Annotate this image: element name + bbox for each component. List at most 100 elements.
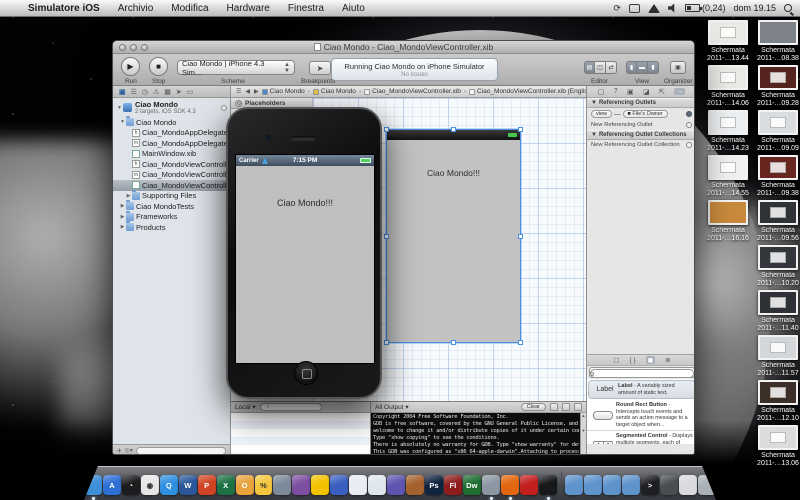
console-view-button[interactable] xyxy=(562,403,570,411)
jump-bar-segment[interactable]: Ciao Mondo xyxy=(313,88,356,95)
size-inspector-icon[interactable]: ⇱ xyxy=(659,88,665,96)
dock-icon-word[interactable]: W xyxy=(179,475,197,495)
search-navigator-icon[interactable]: ◷ xyxy=(142,88,148,96)
xcode-titlebar[interactable]: Ciao Mondo - Ciao_MondoViewController.xi… xyxy=(113,41,694,54)
dock-icon-folder-downloads[interactable] xyxy=(603,475,621,495)
dock-icon-textedit-document[interactable] xyxy=(679,475,697,495)
dock-icon-flash[interactable]: Fl xyxy=(444,475,462,495)
variables-filter-field[interactable]: ⌕ xyxy=(260,403,322,411)
connections-inspector-icon[interactable]: → xyxy=(674,88,685,95)
resize-handle[interactable] xyxy=(518,234,523,239)
spotlight-icon[interactable] xyxy=(784,4,792,12)
ios-simulator-window[interactable]: 7:15 PM Carrier Ciao Mondo!!! xyxy=(226,107,382,399)
menu-item-app[interactable]: Simulatore iOS xyxy=(19,3,109,14)
dock-icon-xcode[interactable] xyxy=(482,475,500,495)
dock-icon-messenger[interactable]: % xyxy=(255,475,273,495)
connection-target-pill[interactable]: ■ File's Owner xyxy=(623,110,668,118)
dock-icon-virtualbox[interactable] xyxy=(349,475,367,495)
resize-handle[interactable] xyxy=(451,340,456,345)
dock-icon-dreamweaver[interactable]: Dw xyxy=(463,475,481,495)
console-split-button[interactable] xyxy=(550,403,558,411)
debug-navigator-icon[interactable]: ▦ xyxy=(164,88,171,96)
menu-item-archivio[interactable]: Archivio xyxy=(109,3,163,14)
navigator-row[interactable]: mCiao_MondoAppDelegate.m xyxy=(113,138,230,149)
desktop-screenshot-icon[interactable]: Schermata2011-…10.20 xyxy=(756,245,800,290)
variables-scope-popup[interactable]: Local ▾ xyxy=(235,403,256,411)
dock-icon-compass[interactable]: ◔ xyxy=(122,475,140,495)
dock-icon-folder-stack[interactable] xyxy=(622,475,640,495)
dock-icon-outlook[interactable]: O xyxy=(236,475,254,495)
navigator-row[interactable]: MainWindow.xib xyxy=(113,149,230,160)
dock-icon-app-store[interactable]: A xyxy=(103,475,121,495)
resize-handle[interactable] xyxy=(518,127,523,132)
resize-handle[interactable] xyxy=(384,234,389,239)
add-button[interactable]: + xyxy=(117,446,122,455)
dock-icon-ios-simulator[interactable] xyxy=(539,475,557,495)
connection-row[interactable]: view—■ File's Owner xyxy=(587,108,695,120)
desktop-screenshot-icon[interactable]: Schermata2011-…09.28 xyxy=(756,65,800,110)
media-library-icon[interactable]: ≣ xyxy=(665,356,670,364)
simulator-screen[interactable]: 7:15 PM Carrier Ciao Mondo!!! xyxy=(235,154,375,364)
dock-icon-excel[interactable]: X xyxy=(217,475,235,495)
file-inspector-icon[interactable]: ▢ xyxy=(598,88,605,96)
jump-bar-segment[interactable]: Ciao_MondoViewController.xib xyxy=(364,88,461,95)
dock-icon-garageband[interactable] xyxy=(406,475,424,495)
attributes-inspector-icon[interactable]: ◪ xyxy=(643,88,650,96)
resize-handle[interactable] xyxy=(384,340,389,345)
new-connection-row[interactable]: New Referencing Outlet Collection xyxy=(587,140,695,150)
dock-icon-firefox[interactable] xyxy=(501,475,519,495)
dock-icon-remote-desktop[interactable] xyxy=(273,475,291,495)
project-row[interactable]: ▼ Ciao Mondo 2 targets, iOS SDK 4.3 xyxy=(113,98,230,117)
stop-button[interactable]: ■ xyxy=(149,57,168,76)
dock-icon-cyberduck[interactable] xyxy=(311,475,329,495)
disclosure-icon[interactable]: ▶ xyxy=(119,224,126,230)
desktop-screenshot-icon[interactable]: Schermata2011-…09.38 xyxy=(756,155,800,200)
desktop-screenshot-icon[interactable]: Schermata2011-…16.16 xyxy=(706,200,750,245)
minimize-button[interactable] xyxy=(130,44,137,51)
navigator-row[interactable]: ▶Ciao MondoTests xyxy=(113,201,230,212)
related-files-icon[interactable]: ☰ xyxy=(236,88,241,95)
wifi-icon[interactable] xyxy=(648,4,660,13)
disclosure-icon[interactable]: ▶ xyxy=(125,193,132,199)
library-item-label[interactable]: LabelLabel - A variably sized amount of … xyxy=(588,380,695,399)
ib-view[interactable]: Ciao Mondo!!! xyxy=(386,129,521,343)
console-output-popup[interactable]: All Output ▾ xyxy=(375,403,409,411)
dock-icon-chrome[interactable]: ◉ xyxy=(141,475,159,495)
inspector-section-header[interactable]: ▼Referencing Outlets xyxy=(587,98,695,108)
dock-icon-photoshop[interactable]: Ps xyxy=(425,475,443,495)
resize-handle[interactable] xyxy=(384,127,389,132)
menu-item-hardware[interactable]: Hardware xyxy=(218,3,279,14)
connection-circle[interactable] xyxy=(686,111,692,117)
resize-handle[interactable] xyxy=(451,127,456,132)
dock-icon-folder-applications[interactable] xyxy=(565,475,583,495)
run-button[interactable]: ▶ xyxy=(121,57,140,76)
variables-list[interactable] xyxy=(231,413,370,455)
dock-icon-quicktime[interactable]: Q xyxy=(160,475,178,495)
breakpoints-button[interactable]: ➤ xyxy=(309,61,331,75)
dock-icon-transmit[interactable] xyxy=(330,475,348,495)
desktop-screenshot-icon[interactable]: Schermata2011-…08.38 xyxy=(756,20,800,65)
desktop-screenshot-icon[interactable]: Schermata2011-…13.44 xyxy=(706,20,750,65)
zoom-button[interactable] xyxy=(141,44,148,51)
file-template-library-icon[interactable]: ▢ xyxy=(613,356,619,364)
dock-icon-powerpoint[interactable]: P xyxy=(198,475,216,495)
jump-bar-segment[interactable]: Ciao_MondoViewController.xib (English) xyxy=(469,88,586,95)
desktop-screenshot-icon[interactable]: Schermata2011-…09.56 xyxy=(756,200,800,245)
console-close-button[interactable] xyxy=(574,403,582,411)
assistant-editor-button[interactable]: ◫ xyxy=(595,61,606,74)
navigator-row[interactable]: hCiao_MondoAppDelegate.h xyxy=(113,128,230,139)
volume-icon[interactable] xyxy=(668,4,677,13)
navigator-row[interactable]: ▶Supporting Files xyxy=(113,191,230,202)
disclosure-icon[interactable]: ▼ xyxy=(116,105,123,111)
navigator-row[interactable]: ▼Ciao Mondo xyxy=(113,117,230,128)
dock-icon-acrobat[interactable] xyxy=(520,475,538,495)
connection-circle[interactable] xyxy=(686,142,692,148)
dock-icon-purple-app[interactable] xyxy=(292,475,310,495)
navigator-row[interactable]: hCiao_MondoViewController.h xyxy=(113,159,230,170)
filter-icons[interactable]: ◎▾ xyxy=(125,447,133,454)
utilities-toggle-button[interactable]: ▮ xyxy=(648,61,659,74)
sync-icon[interactable]: ⟳ xyxy=(613,4,621,13)
dock-icon-cube[interactable] xyxy=(368,475,386,495)
forward-button[interactable]: ▶ xyxy=(254,88,259,95)
debug-toggle-button[interactable]: ▬ xyxy=(637,61,648,74)
